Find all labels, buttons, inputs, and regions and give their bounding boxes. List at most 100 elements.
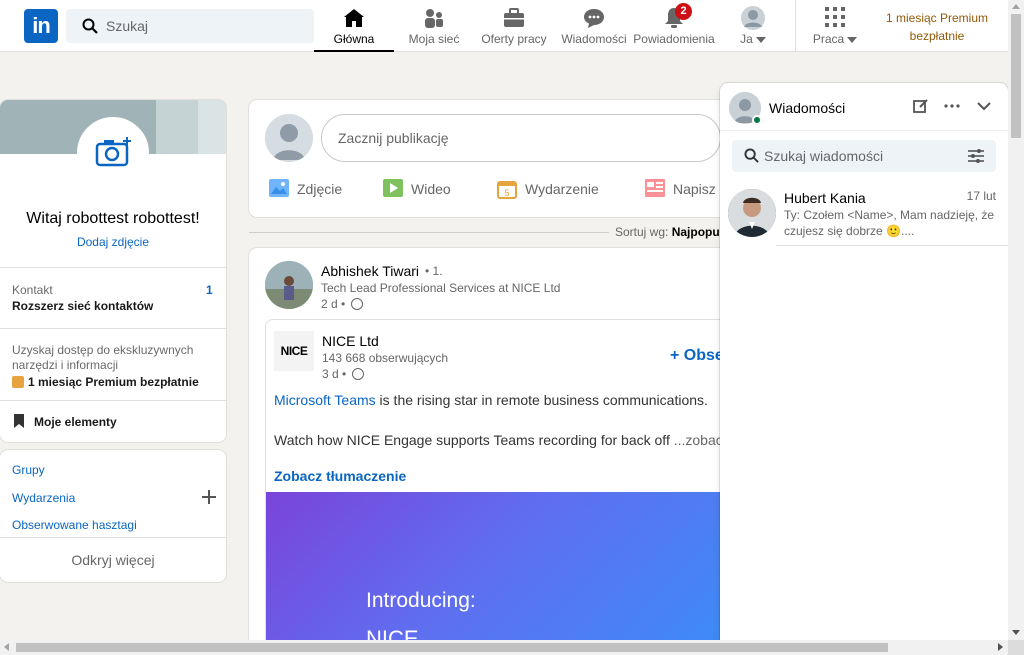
hashtag-link[interactable]: Microsoft Teams [274, 392, 376, 408]
scroll-up-icon[interactable] [1012, 4, 1020, 9]
filter-icon[interactable] [968, 149, 984, 163]
scroll-right-icon[interactable] [998, 643, 1003, 651]
company-post-time: 3 d • [322, 367, 364, 381]
scrollbar-thumb[interactable] [16, 643, 888, 652]
nav-my-network[interactable]: Moja sieć [398, 0, 470, 52]
conversation-item[interactable]: Hubert Kania 17 lut Ty: Czołem <Name>, M… [720, 183, 1008, 246]
write-article-label: Napisz [673, 181, 716, 197]
events-link[interactable]: Wydarzenia [12, 491, 75, 505]
premium-offer[interactable]: 1 miesiąc Premium bezpłatnie [12, 373, 222, 391]
nav-work[interactable]: Praca [806, 0, 864, 52]
profile-card: Witaj robottest robottest! Dodaj zdjęcie… [0, 100, 226, 442]
chevron-down-icon[interactable] [976, 98, 992, 114]
hashtags-link[interactable]: Obserwowane hasztagi [12, 518, 137, 532]
my-items-link[interactable]: Moje elementy [12, 413, 117, 431]
chat-icon [584, 9, 604, 28]
home-icon [344, 9, 364, 27]
compose-icon[interactable] [913, 98, 929, 114]
company-name[interactable]: NICE Ltd [322, 333, 379, 349]
contacts-count[interactable]: 1 [206, 283, 213, 297]
horizontal-scrollbar[interactable] [0, 640, 1008, 655]
scrollbar-corner [1008, 640, 1024, 655]
conversation-date: 17 lut [966, 189, 996, 203]
sort-value: Najpopul [671, 225, 724, 239]
sort-bar[interactable]: Sortuj wg: Najpopul [249, 224, 729, 240]
contacts-subtitle[interactable]: Rozszerz sieć kontaktów [12, 299, 153, 313]
search-input[interactable] [106, 9, 306, 43]
message-search-input[interactable] [764, 140, 964, 172]
messaging-panel: Wiadomości Hubert Kania 17 lut Ty: Czołe… [720, 83, 1008, 643]
company-logo[interactable]: NICE [274, 331, 314, 371]
nav-messaging[interactable]: Wiadomości [558, 0, 630, 52]
nav-jobs[interactable]: Oferty pracy [474, 0, 554, 52]
see-translation-link[interactable]: Zobacz tłumaczenie [274, 468, 406, 484]
scroll-down-icon[interactable] [1012, 630, 1020, 635]
sort-dropdown[interactable]: Sortuj wg: Najpopul [615, 225, 723, 239]
online-status-icon [752, 115, 762, 125]
author-avatar[interactable] [265, 261, 313, 309]
search-icon [82, 18, 98, 34]
premium-offer-label: 1 miesiąc Premium bezpłatnie [28, 375, 199, 389]
author-name[interactable]: Abhishek Tiwari [321, 263, 419, 279]
divider [0, 267, 226, 268]
premium-pitch: Uzyskaj dostęp do ekskluzywnych narzędzi… [12, 343, 194, 372]
linkedin-logo[interactable]: in [24, 9, 58, 43]
company-followers: 143 668 obserwujących [322, 351, 449, 365]
contacts-label[interactable]: Kontakt [12, 283, 53, 297]
author-photo [265, 261, 313, 309]
grid-icon [825, 7, 845, 27]
shared-post: NICE NICE Ltd 143 668 obserwujących 3 d … [265, 319, 729, 648]
messaging-title: Wiadomości [769, 100, 846, 116]
premium-icon [12, 376, 24, 388]
svg-text:5: 5 [504, 188, 509, 198]
notification-badge: 2 [675, 3, 692, 20]
message-search[interactable] [732, 140, 996, 172]
groups-link[interactable]: Grupy [12, 463, 45, 477]
nav-me[interactable]: Ja [722, 0, 784, 52]
company-post-time-text: 3 d • [322, 367, 347, 381]
post-time-text: 2 d • [321, 297, 346, 311]
divider [0, 400, 226, 401]
media-heading: Introducing: [366, 589, 476, 612]
post-media-image[interactable]: Introducing: NICE [266, 492, 729, 648]
author-headline: Tech Lead Professional Services at NICE … [321, 281, 561, 295]
more-options-icon[interactable] [944, 98, 960, 114]
nav-work-text: Praca [812, 32, 845, 46]
avatar[interactable] [265, 114, 313, 162]
sort-label: Sortuj wg: [615, 225, 669, 239]
share-photo-label: Zdjęcie [297, 181, 343, 197]
user-silhouette-icon [265, 114, 313, 162]
divider [249, 232, 609, 233]
feed-post: Abhishek Tiwari • 1. Tech Lead Professio… [249, 248, 729, 648]
search-box[interactable] [66, 9, 314, 43]
start-post-button[interactable]: Zacznij publikację [321, 114, 721, 162]
premium-trial-link[interactable]: 1 miesiąc Premium bezpłatnie [880, 9, 994, 45]
nav-notifications[interactable]: 2 Powiadomienia [632, 0, 716, 52]
cover-decoration [198, 100, 226, 154]
divider [0, 328, 226, 329]
post-text-line-1: Microsoft Teams is the rising star in re… [274, 392, 708, 408]
plus-icon[interactable] [202, 490, 216, 504]
scrollbar-thumb[interactable] [1011, 14, 1021, 138]
post-time: 2 d • [321, 297, 363, 311]
conversation-name: Hubert Kania [784, 190, 866, 206]
add-photo-link[interactable]: Dodaj zdjęcie [0, 235, 226, 249]
image-icon [269, 179, 289, 197]
nav-home[interactable]: Główna [314, 0, 394, 52]
messaging-header[interactable]: Wiadomości [720, 83, 1008, 131]
profile-greeting[interactable]: Witaj robottest robottest! [0, 210, 226, 228]
add-photo-avatar[interactable] [77, 117, 149, 189]
post-text-part: is the rising star in remote business co… [375, 392, 708, 408]
vertical-scrollbar[interactable] [1008, 0, 1024, 640]
nav-jobs-label: Oferty pracy [481, 32, 547, 46]
discover-more-button[interactable]: Odkryj więcej [0, 537, 226, 582]
conversation-preview: Ty: Czołem <Name>, Mam nadzieję, że czuj… [784, 208, 995, 238]
calendar-icon: 5 [497, 181, 517, 199]
article-icon [645, 179, 665, 197]
post-text-part: Watch how NICE Engage supports Teams rec… [274, 432, 670, 448]
follow-button[interactable]: + Obse [670, 347, 724, 365]
nav-me-label: Ja [722, 32, 784, 46]
nav-me-text: Ja [740, 32, 753, 46]
avatar [741, 6, 765, 30]
scroll-left-icon[interactable] [4, 643, 9, 651]
